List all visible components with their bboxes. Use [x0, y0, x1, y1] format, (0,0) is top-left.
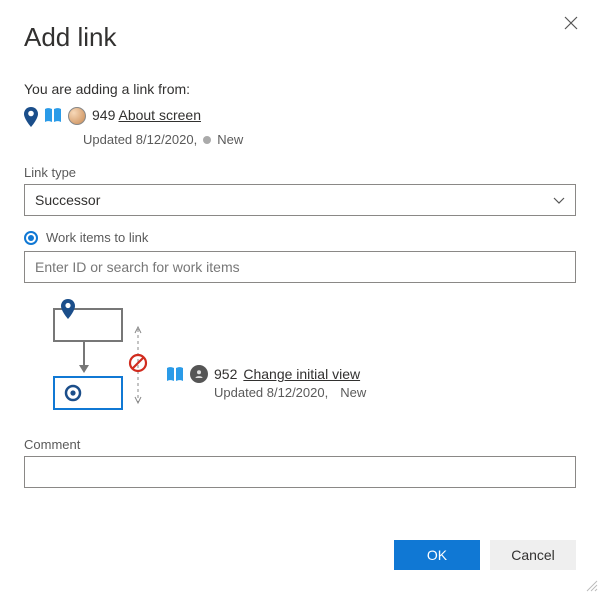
work-items-search-input[interactable]: Enter ID or search for work items [24, 251, 576, 283]
linked-item-id: 952 [214, 366, 237, 382]
linked-type-icon [166, 366, 184, 382]
add-link-dialog: Add link You are adding a link from: 949… [0, 0, 600, 488]
chevron-down-icon [553, 192, 565, 208]
subheading: You are adding a link from: [24, 81, 576, 97]
source-item-id: 949 [92, 107, 115, 123]
relationship-diagram [24, 297, 154, 415]
ok-button[interactable]: OK [394, 540, 480, 570]
work-items-label: Work items to link [46, 230, 148, 245]
comment-input[interactable] [24, 456, 576, 488]
linked-item-meta: Updated 8/12/2020, New [214, 385, 366, 400]
unassigned-avatar-icon [190, 365, 208, 383]
link-type-value: Successor [35, 192, 100, 208]
close-button[interactable] [564, 16, 578, 35]
state-dot-icon [203, 136, 211, 144]
comment-label: Comment [24, 437, 576, 452]
assignee-avatar [68, 107, 86, 125]
pin-icon [24, 107, 38, 132]
cancel-button[interactable]: Cancel [490, 540, 576, 570]
source-item-state: New [217, 132, 243, 147]
linked-item-state: New [340, 385, 366, 400]
epic-type-icon [44, 107, 62, 123]
work-items-placeholder: Enter ID or search for work items [35, 259, 240, 275]
linked-item-updated: Updated 8/12/2020, [214, 385, 328, 400]
dialog-title: Add link [24, 22, 576, 53]
link-type-label: Link type [24, 165, 576, 180]
linked-item-link[interactable]: Change initial view [243, 366, 360, 382]
source-item-meta: Updated 8/12/2020, New [83, 132, 576, 147]
target-icon [24, 231, 38, 245]
source-item-updated: Updated 8/12/2020, [83, 132, 197, 147]
source-item-row: 949 About screen [24, 107, 576, 132]
resize-grip-icon [584, 578, 598, 592]
close-icon [564, 16, 578, 30]
link-type-select[interactable]: Successor [24, 184, 576, 216]
source-item-link[interactable]: About screen [118, 107, 201, 123]
